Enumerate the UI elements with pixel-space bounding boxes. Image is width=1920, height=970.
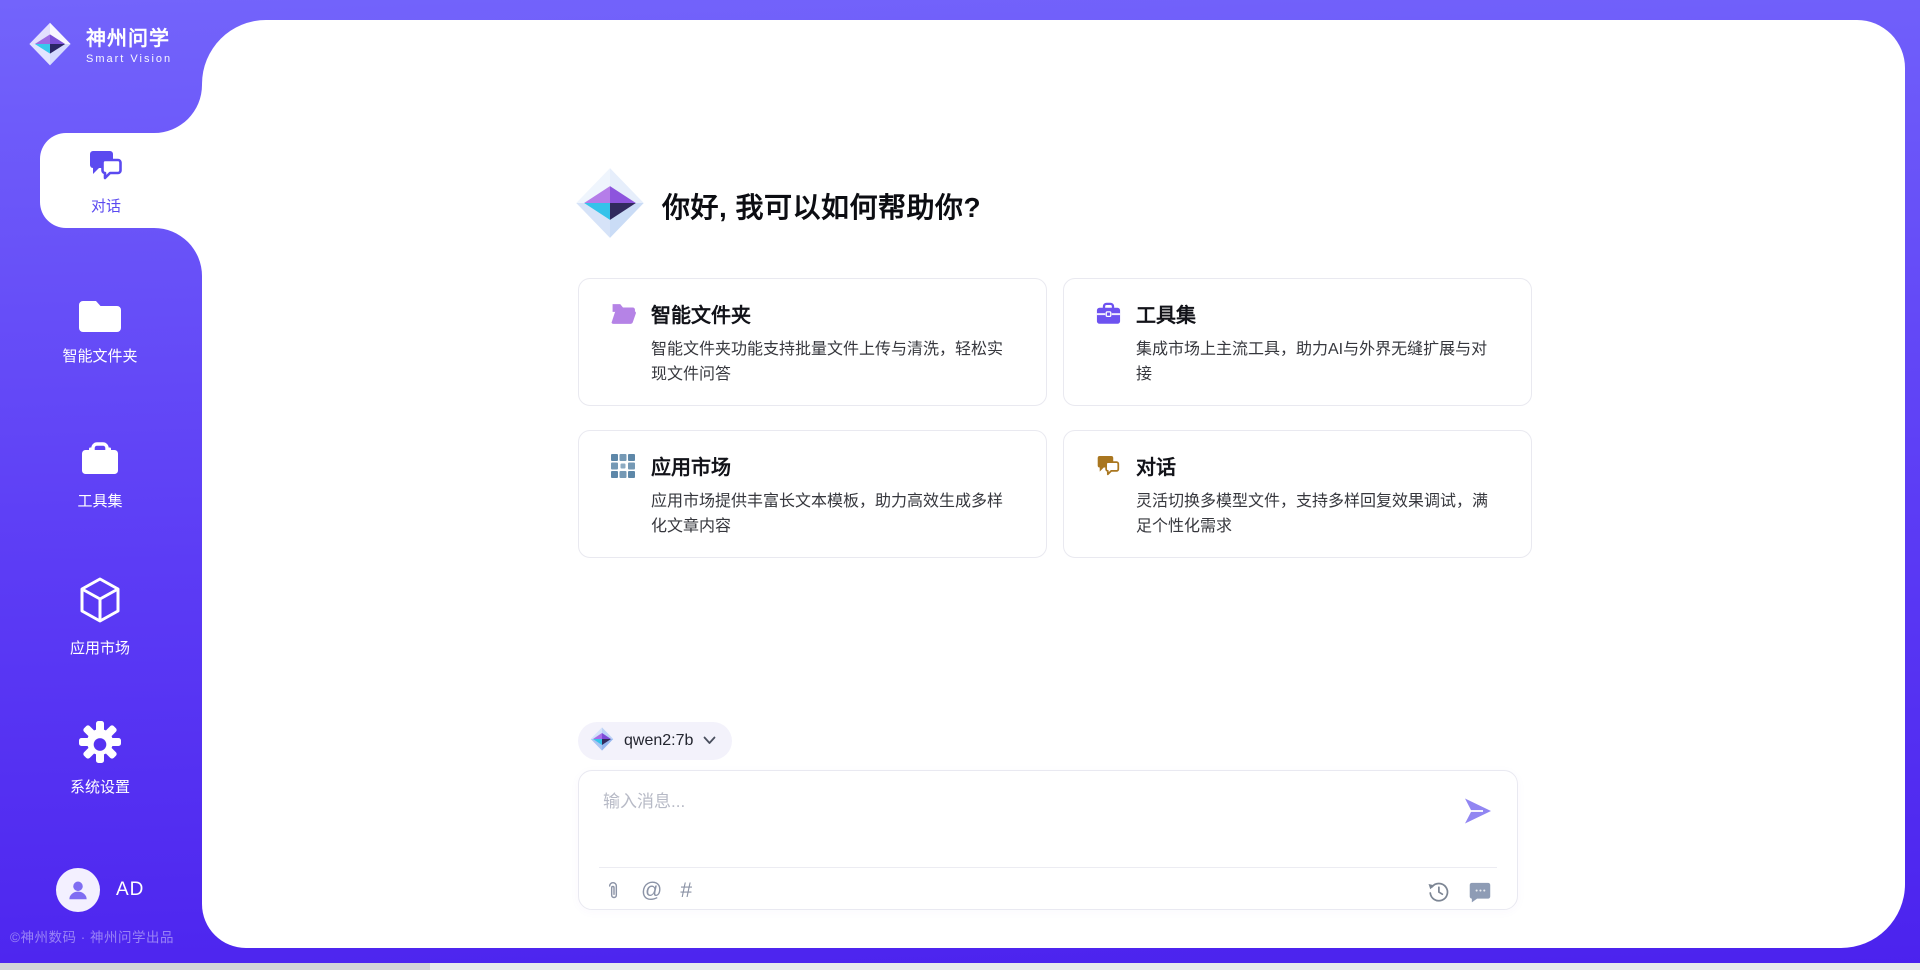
sidebar-item-label: 对话 (91, 195, 121, 216)
copyright-text: ©神州数码 · 神州问学出品 (10, 926, 174, 946)
chevron-down-icon (703, 732, 716, 750)
history-icon (1427, 880, 1450, 903)
card-description: 集成市场上主流工具，助力AI与外界无缝扩展与对接 (1136, 337, 1507, 387)
diamond-logo-icon (574, 164, 646, 247)
gear-icon (79, 721, 121, 768)
horizontal-scrollbar-thumb[interactable] (0, 963, 430, 970)
composer-divider (599, 867, 1497, 868)
card-title: 工具集 (1136, 299, 1196, 328)
message-composer: @ # (578, 770, 1518, 910)
brand: 神州问学 Smart Vision (28, 20, 172, 73)
diamond-logo-icon (590, 726, 614, 757)
greeting-title: 你好, 我可以如何帮助你? (662, 186, 981, 226)
chat-icon (86, 145, 126, 190)
card-app-market[interactable]: 应用市场 应用市场提供丰富长文本模板，助力高效生成多样化文章内容 (578, 430, 1047, 558)
attach-file-button[interactable] (603, 879, 623, 903)
horizontal-scrollbar (0, 963, 1920, 970)
cube-icon (77, 576, 123, 629)
card-smart-folder[interactable]: 智能文件夹 智能文件夹功能支持批量文件上传与清洗，轻松实现文件问答 (578, 278, 1047, 406)
message-input[interactable] (603, 787, 1433, 845)
hash-icon: # (680, 879, 692, 903)
card-toolbox[interactable]: 工具集 集成市场上主流工具，助力AI与外界无缝扩展与对接 (1063, 278, 1532, 406)
sidebar-item-label: 工具集 (77, 490, 122, 511)
person-icon (65, 877, 91, 903)
send-button[interactable] (1463, 797, 1493, 825)
card-description: 灵活切换多模型文件，支持多样回复效果调试，满足个性化需求 (1136, 489, 1507, 539)
sidebar-item-label: 应用市场 (70, 637, 130, 658)
chat-bubble-icon (1468, 880, 1491, 903)
sidebar-item-app-market[interactable]: 应用市场 (30, 578, 170, 656)
composer-toolbar-left: @ # (603, 879, 692, 903)
brand-name: 神州问学 (86, 28, 172, 50)
app-root: 神州问学 Smart Vision 对话 (0, 0, 1920, 970)
user-initials: AD (116, 879, 144, 901)
card-description: 应用市场提供丰富长文本模板，助力高效生成多样化文章内容 (651, 489, 1022, 539)
brand-diamond-logo-icon (28, 20, 72, 73)
composer-toolbar-right (1427, 879, 1491, 903)
brand-text: 神州问学 Smart Vision (86, 28, 172, 65)
brand-subtitle: Smart Vision (86, 53, 172, 65)
send-icon (1463, 797, 1493, 825)
card-title: 应用市场 (651, 451, 731, 480)
card-chat[interactable]: 对话 灵活切换多模型文件，支持多样回复效果调试，满足个性化需求 (1063, 430, 1532, 558)
topic-button[interactable]: # (680, 879, 692, 903)
feature-cards: 智能文件夹 智能文件夹功能支持批量文件上传与清洗，轻松实现文件问答 (578, 278, 1532, 558)
model-name: qwen2:7b (624, 732, 693, 750)
folder-icon (79, 298, 121, 337)
sidebar-item-toolbox[interactable]: 工具集 (30, 437, 170, 515)
paperclip-icon (603, 879, 623, 903)
sidebar-item-smart-folder[interactable]: 智能文件夹 (30, 293, 170, 371)
at-icon: @ (641, 879, 662, 903)
sidebar-item-label: 系统设置 (70, 776, 130, 797)
mention-button[interactable]: @ (641, 879, 662, 903)
sidebar-item-settings[interactable]: 系统设置 (30, 720, 170, 798)
card-description: 智能文件夹功能支持批量文件上传与清洗，轻松实现文件问答 (651, 337, 1022, 387)
history-button[interactable] (1427, 879, 1450, 903)
sidebar-item-chat[interactable]: 对话 (40, 133, 172, 228)
folder-open-icon (609, 300, 637, 328)
card-title: 智能文件夹 (651, 299, 751, 328)
toolbox-icon (1094, 300, 1122, 328)
sidebar-item-label: 智能文件夹 (62, 345, 137, 366)
main-panel: 你好, 我可以如何帮助你? 智能文件夹 智能文件夹功能支持批量文件上传与清洗，轻… (202, 20, 1905, 948)
feedback-button[interactable] (1468, 879, 1491, 903)
welcome-header: 你好, 我可以如何帮助你? (574, 164, 981, 247)
card-title: 对话 (1136, 451, 1176, 480)
chat-icon (1094, 452, 1122, 480)
grid-icon (609, 452, 637, 480)
avatar (56, 868, 100, 912)
model-selector[interactable]: qwen2:7b (578, 722, 732, 760)
user-menu[interactable]: AD (56, 868, 144, 912)
toolbox-icon (79, 441, 121, 482)
